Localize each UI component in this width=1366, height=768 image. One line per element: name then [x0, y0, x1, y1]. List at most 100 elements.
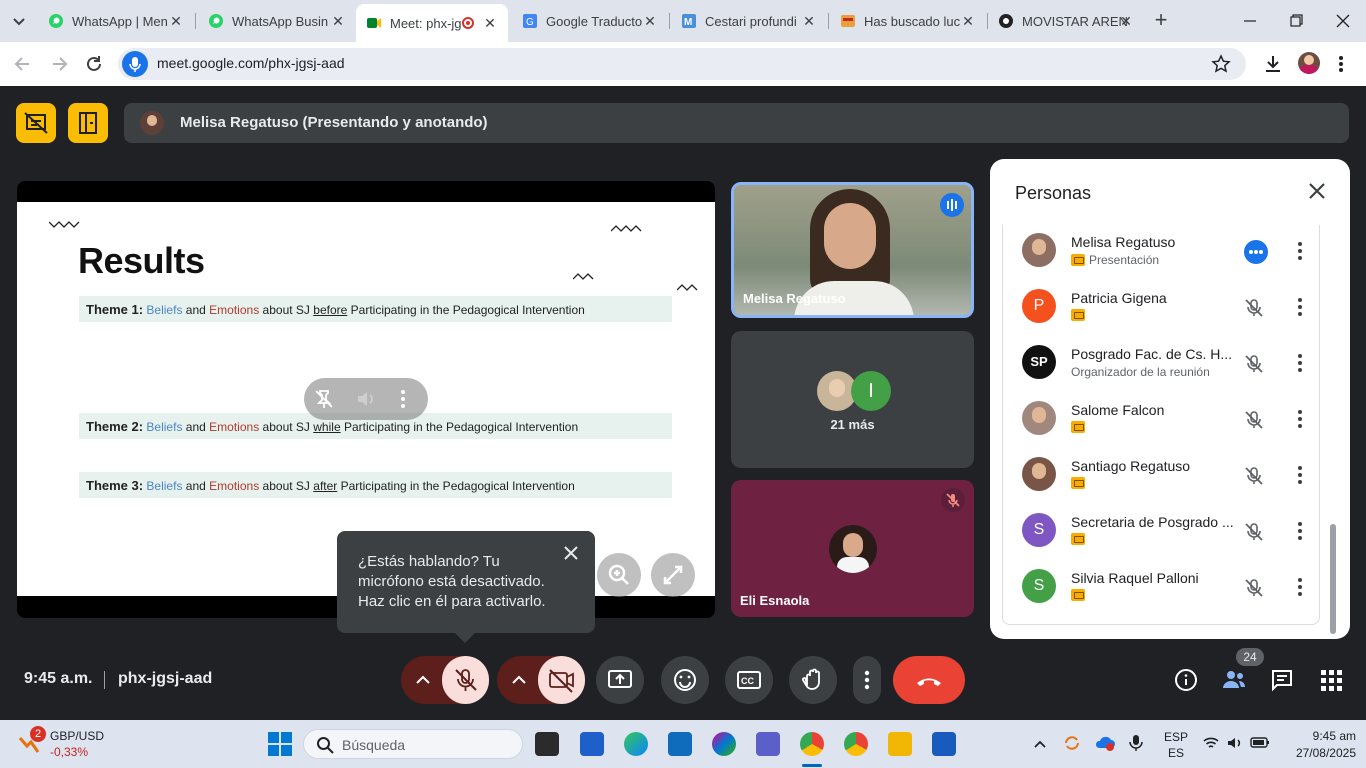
raise-hand-button[interactable] — [789, 656, 837, 704]
close-icon[interactable]: ✕ — [642, 13, 658, 29]
more-participants-tile[interactable]: I 21 más — [731, 331, 974, 468]
participant-menu-button[interactable] — [1295, 351, 1305, 375]
m365-icon[interactable] — [712, 732, 736, 756]
forward-button[interactable] — [48, 53, 70, 75]
tab-label: Google Traducto — [546, 13, 643, 29]
present-button[interactable] — [596, 656, 644, 704]
meeting-info-button[interactable] — [1174, 668, 1198, 692]
minimize-button[interactable] — [1241, 12, 1259, 30]
scrollbar[interactable] — [1330, 524, 1336, 634]
participant-menu-button[interactable] — [1295, 463, 1305, 487]
close-panel-button[interactable] — [1307, 181, 1327, 201]
tab-cestari[interactable]: M Cestari profundi ✕ — [671, 6, 827, 36]
reactions-button[interactable] — [661, 656, 709, 704]
tab-whatsapp-2[interactable]: WhatsApp Busin ✕ — [198, 6, 356, 36]
edge-icon[interactable] — [624, 732, 648, 756]
tab-divider — [828, 13, 829, 29]
leave-call-button[interactable] — [893, 656, 965, 704]
participant-menu-button[interactable] — [1295, 519, 1305, 543]
unpin-button[interactable] — [312, 387, 336, 411]
zigzag-decoration — [49, 221, 80, 228]
more-options-button[interactable] — [853, 656, 881, 704]
tab-meet[interactable]: Meet: phx-jg ✕ — [356, 4, 508, 42]
participant-menu-button[interactable] — [1295, 575, 1305, 599]
close-icon[interactable]: ✕ — [1118, 13, 1134, 29]
annotation-tools-button[interactable] — [68, 103, 108, 143]
url-text[interactable]: meet.google.com/phx-jgsj-aad — [157, 55, 345, 71]
stocks-widget[interactable]: 2 GBP/USD -0,33% — [10, 726, 130, 762]
close-icon[interactable]: ✕ — [168, 13, 184, 29]
tooltip-close-button[interactable] — [561, 543, 581, 563]
participant-row[interactable]: S Secretaria de Posgrado ... — [1003, 505, 1321, 561]
close-icon[interactable]: ✕ — [801, 13, 817, 29]
wifi-icon[interactable] — [1202, 734, 1220, 752]
profile-avatar[interactable] — [1298, 52, 1320, 74]
audio-button[interactable] — [354, 387, 378, 411]
unpin-icon — [315, 390, 333, 408]
new-tab-button[interactable]: + — [1150, 9, 1172, 32]
speaker-tile[interactable]: Melisa Regatuso — [731, 182, 974, 318]
restore-button[interactable] — [1287, 12, 1305, 30]
participant-menu-button[interactable] — [1295, 295, 1305, 319]
restore-icon — [1290, 14, 1303, 27]
file-explorer-icon[interactable] — [888, 732, 912, 756]
tab-whatsapp-1[interactable]: WhatsApp | Men ✕ — [38, 6, 194, 36]
widget-badge: 2 — [30, 726, 46, 742]
mic-toggle-button[interactable] — [442, 656, 489, 704]
word-icon[interactable] — [932, 732, 956, 756]
store-icon[interactable] — [580, 732, 604, 756]
close-icon[interactable]: ✕ — [482, 15, 498, 31]
microphone-tray-icon[interactable] — [1128, 733, 1144, 753]
fullscreen-button[interactable] — [651, 553, 695, 597]
battery-icon[interactable] — [1250, 735, 1270, 751]
cloud-icon[interactable] — [1094, 733, 1116, 753]
participant-tile-eli[interactable]: Eli Esnaola — [731, 480, 974, 617]
system-time[interactable]: 9:45 am — [1302, 729, 1356, 743]
sync-icon[interactable] — [1062, 733, 1082, 753]
task-view-icon[interactable] — [535, 732, 559, 756]
audio-options-button[interactable] — [413, 670, 433, 690]
tab-movistar[interactable]: MOVISTAR AREN ✕ — [988, 6, 1144, 36]
tile-menu-button[interactable] — [398, 387, 408, 411]
browser-menu-button[interactable] — [1336, 53, 1346, 75]
site-info-icon[interactable] — [122, 51, 148, 77]
activities-button[interactable] — [1319, 668, 1343, 692]
close-icon[interactable]: ✕ — [960, 13, 976, 29]
chat-button[interactable] — [1270, 668, 1294, 692]
captions-button[interactable]: CC — [725, 656, 773, 704]
chrome-profile-icon[interactable] — [844, 732, 868, 756]
zoom-button[interactable] — [597, 553, 641, 597]
annotation-toggle-button[interactable] — [16, 103, 56, 143]
reload-button[interactable] — [83, 53, 105, 75]
outlook-icon[interactable] — [668, 732, 692, 756]
video-options-button[interactable] — [509, 670, 529, 690]
close-icon[interactable]: ✕ — [330, 13, 346, 29]
people-button[interactable] — [1221, 667, 1247, 693]
camera-toggle-button[interactable] — [538, 656, 585, 704]
show-hidden-icons-button[interactable] — [1032, 736, 1048, 752]
participant-row[interactable]: P Patricia Gigena — [1003, 281, 1321, 337]
tab-search-button[interactable] — [8, 10, 30, 32]
tab-translate[interactable]: G Google Traducto ✕ — [512, 6, 668, 36]
participant-row[interactable]: Melisa Regatuso Presentación — [1003, 225, 1321, 281]
bookmark-star-button[interactable] — [1211, 54, 1231, 74]
tab-search-results[interactable]: Has buscado luc ✕ — [830, 6, 986, 36]
download-button[interactable] — [1262, 53, 1284, 75]
participant-row[interactable]: S Silvia Raquel Palloni — [1003, 561, 1321, 617]
participant-menu-button[interactable] — [1295, 239, 1305, 263]
tab-label: WhatsApp Busin — [232, 13, 329, 29]
close-window-button[interactable] — [1334, 12, 1352, 30]
teams-icon[interactable] — [756, 732, 780, 756]
info-icon — [1175, 669, 1197, 691]
participant-row[interactable]: Salome Falcon — [1003, 393, 1321, 449]
volume-icon[interactable] — [1226, 734, 1244, 752]
start-button[interactable] — [268, 732, 292, 756]
taskbar-search[interactable]: Búsqueda — [303, 729, 523, 759]
back-button[interactable] — [12, 53, 34, 75]
participant-row[interactable]: SP Posgrado Fac. de Cs. H... Organizador d… — [1003, 337, 1321, 393]
participant-row[interactable]: Santiago Regatuso — [1003, 449, 1321, 505]
chrome-icon[interactable] — [800, 732, 824, 756]
language-indicator[interactable]: ESP — [1164, 730, 1188, 744]
store-icon — [840, 13, 856, 29]
participant-menu-button[interactable] — [1295, 407, 1305, 431]
